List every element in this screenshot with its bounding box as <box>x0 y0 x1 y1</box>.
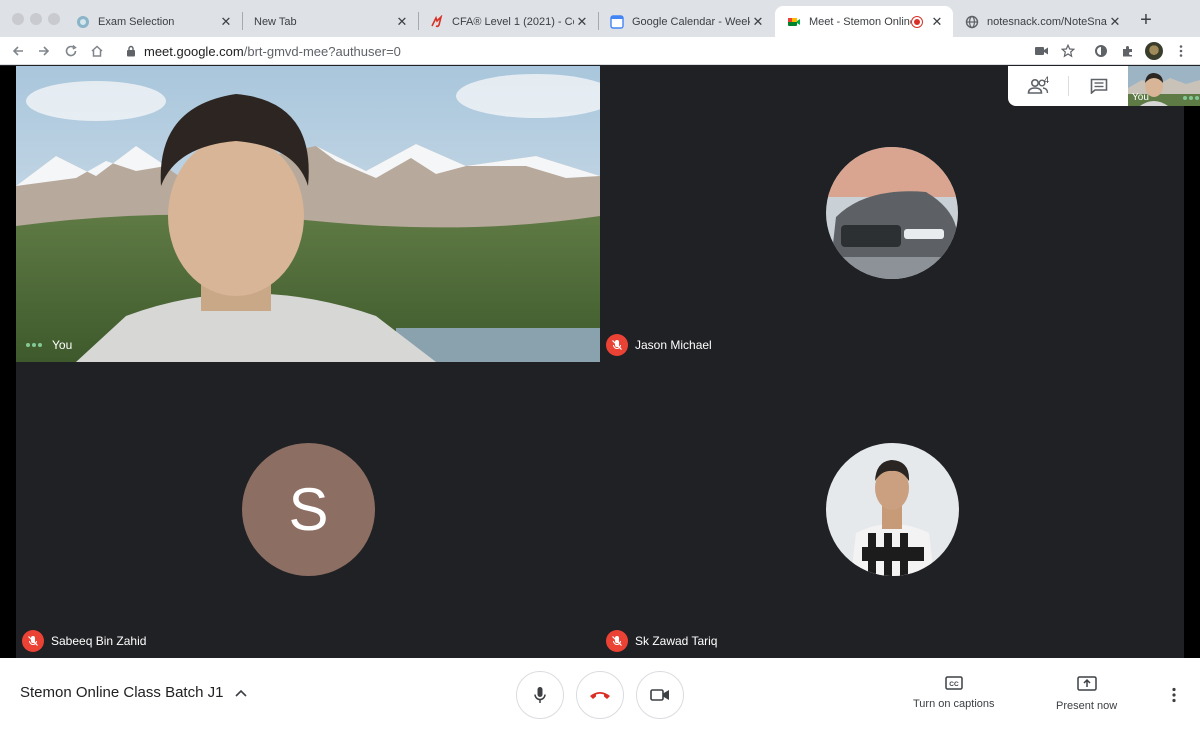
captions-button[interactable]: CC Turn on captions <box>913 676 995 710</box>
self-video-thumbnail[interactable]: You <box>1128 66 1200 106</box>
end-call-button[interactable] <box>576 671 624 719</box>
browser-toolbar: meet.google.com/brt-gmvd-mee?authuser=0 <box>0 37 1200 65</box>
sabeeq-name-tag: Sabeeq Bin Zahid <box>22 630 146 652</box>
url-path: /brt-gmvd-mee?authuser=0 <box>243 43 401 59</box>
people-chat-panel: 4 <box>1008 66 1128 106</box>
back-arrow-icon[interactable] <box>9 42 27 60</box>
video-camera-icon <box>650 689 669 701</box>
participant-avatar-sabeeq: S <box>242 443 375 576</box>
lock-icon[interactable] <box>126 45 136 57</box>
chat-button[interactable] <box>1069 66 1128 106</box>
jason-name-tag: Jason Michael <box>606 334 712 356</box>
avatar-letter: S <box>288 476 329 543</box>
tab-title: Google Calendar - Week o <box>632 15 750 28</box>
chat-icon <box>1090 78 1107 94</box>
globe-icon <box>965 15 979 29</box>
meet-favicon-icon <box>787 15 801 29</box>
extension-circle-icon[interactable] <box>1092 42 1110 60</box>
captions-label: Turn on captions <box>913 698 995 710</box>
audio-activity-dots-icon <box>1183 96 1199 100</box>
puzzle-extensions-icon[interactable] <box>1119 42 1137 60</box>
star-bookmark-icon[interactable] <box>1059 42 1077 60</box>
close-icon[interactable]: ✕ <box>750 14 766 30</box>
tab-exam-selection[interactable]: Exam Selection ✕ <box>64 6 242 37</box>
camera-in-use-icon[interactable] <box>1033 42 1051 60</box>
cfa-favicon-icon <box>430 14 444 29</box>
forward-arrow-icon[interactable] <box>35 42 53 60</box>
hang-up-icon <box>590 692 610 699</box>
people-button[interactable]: 4 <box>1008 66 1068 106</box>
tab-meet-active[interactable]: Meet - Stemon Online ✕ <box>775 6 953 37</box>
recording-icon <box>911 15 923 28</box>
reload-icon[interactable] <box>62 42 80 60</box>
audio-activity-dots-icon <box>26 343 42 347</box>
address-bar[interactable]: meet.google.com/brt-gmvd-mee?authuser=0 <box>118 39 1192 63</box>
svg-text:CC: CC <box>949 681 959 688</box>
tab-strip: Exam Selection ✕ New Tab ✕ CFA® Level 1 … <box>0 0 1200 37</box>
calendar-favicon-icon <box>610 14 624 29</box>
tab-title: CFA® Level 1 (2021) - Com <box>452 15 574 28</box>
participant-name: You <box>52 338 73 352</box>
url-host: meet.google.com <box>144 43 244 59</box>
tab-title: Meet - Stemon Online <box>809 15 911 28</box>
new-tab-plus-icon[interactable]: + <box>1136 10 1156 30</box>
present-now-button[interactable]: Present now <box>1056 676 1117 712</box>
meeting-title: Stemon Online Class Batch J1 <box>20 684 224 701</box>
close-icon[interactable]: ✕ <box>574 14 590 30</box>
present-screen-icon <box>1076 676 1097 691</box>
self-thumb-label: You <box>1132 92 1149 103</box>
present-label: Present now <box>1056 700 1118 712</box>
participants-count: 4 <box>1044 75 1050 85</box>
kebab-menu-icon[interactable] <box>1172 42 1190 60</box>
self-video-frame <box>16 66 600 362</box>
participant-name: Sk Zawad Tariq <box>635 634 718 648</box>
microphone-icon <box>534 687 546 703</box>
self-name-tag: You <box>26 338 72 352</box>
mic-muted-icon <box>606 334 628 356</box>
close-icon[interactable]: ✕ <box>929 14 945 30</box>
participant-avatar-jason <box>826 147 958 279</box>
tab-title: Exam Selection <box>98 15 175 28</box>
participant-name: Sabeeq Bin Zahid <box>51 634 147 648</box>
window-close-dot[interactable] <box>12 13 24 25</box>
meeting-details-toggle[interactable]: Stemon Online Class Batch J1 <box>20 684 248 701</box>
mic-muted-icon <box>606 630 628 652</box>
participant-avatar-zawad <box>826 443 959 576</box>
self-video-tile[interactable]: You <box>16 66 600 362</box>
camera-button[interactable] <box>636 671 684 719</box>
home-icon[interactable] <box>88 42 106 60</box>
meeting-controls-bar: Stemon Online Class Batch J1 CC Turn on … <box>0 658 1200 731</box>
url-text[interactable]: meet.google.com/brt-gmvd-mee?authuser=0 <box>144 44 401 59</box>
participant-name: Jason Michael <box>635 338 712 352</box>
tab-title: New Tab <box>254 15 297 28</box>
close-icon[interactable]: ✕ <box>218 14 234 30</box>
tab-cfa-level-1[interactable]: CFA® Level 1 (2021) - Com ✕ <box>418 6 598 37</box>
close-icon[interactable]: ✕ <box>1107 14 1123 30</box>
mic-muted-icon <box>22 630 44 652</box>
tab-notesnack[interactable]: notesnack.com/NoteSnac ✕ <box>953 6 1131 37</box>
window-zoom-dot[interactable] <box>48 13 60 25</box>
microphone-button[interactable] <box>516 671 564 719</box>
tab-title: notesnack.com/NoteSnac <box>987 15 1107 28</box>
close-icon[interactable]: ✕ <box>394 14 410 30</box>
chevron-up-icon <box>235 689 248 697</box>
closed-captions-icon: CC <box>945 676 963 690</box>
tab-google-calendar[interactable]: Google Calendar - Week o ✕ <box>598 6 774 37</box>
window-minimize-dot[interactable] <box>30 13 42 25</box>
exam-favicon-icon <box>76 15 90 29</box>
tab-new-tab[interactable]: New Tab ✕ <box>242 6 418 37</box>
more-options-icon[interactable] <box>1168 685 1180 705</box>
profile-avatar[interactable] <box>1145 42 1163 60</box>
zawad-name-tag: Sk Zawad Tariq <box>606 630 717 652</box>
